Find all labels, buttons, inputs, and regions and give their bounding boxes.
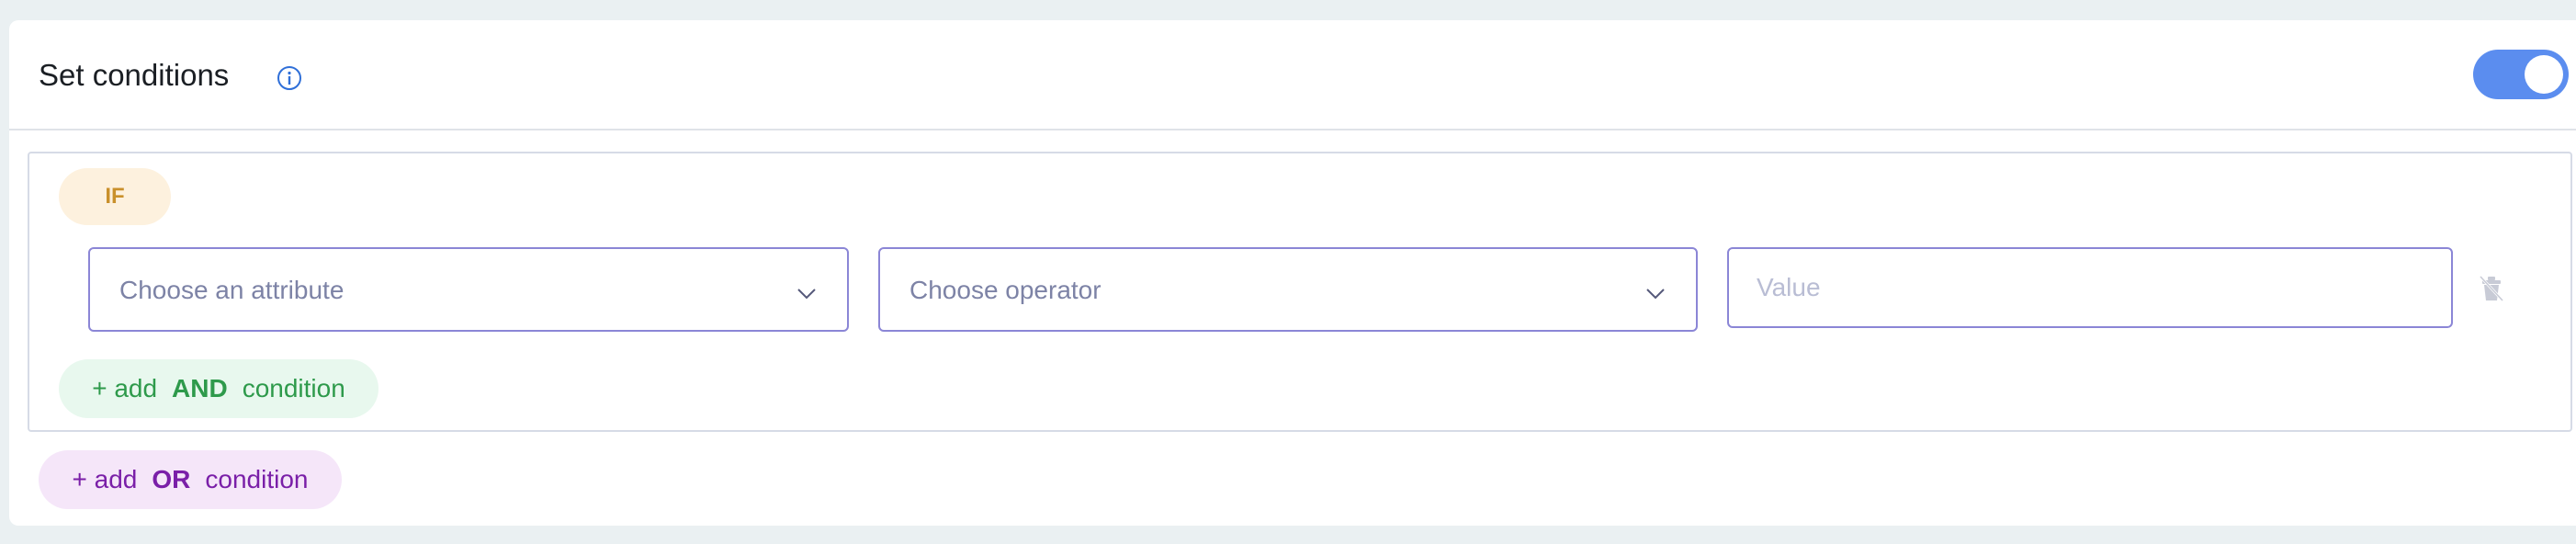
add-and-suffix: condition xyxy=(242,374,345,402)
add-or-suffix: condition xyxy=(205,465,309,493)
if-badge: IF xyxy=(59,168,171,225)
add-and-prefix: + add xyxy=(92,374,158,402)
toggle-knob xyxy=(2525,55,2563,94)
info-icon[interactable] xyxy=(276,64,303,92)
chevron-down-icon xyxy=(796,282,818,304)
operator-select[interactable]: Choose operator xyxy=(878,247,1698,332)
trash-icon[interactable] xyxy=(2473,269,2510,306)
and-keyword: AND xyxy=(172,374,228,402)
value-input[interactable] xyxy=(1727,247,2453,328)
conditions-toggle[interactable] xyxy=(2473,50,2569,99)
condition-group: IF Choose an attribute Choose operator V… xyxy=(28,152,2572,432)
add-and-condition-button[interactable]: + add AND condition xyxy=(59,359,378,418)
add-or-condition-button[interactable]: + add OR condition xyxy=(39,450,342,509)
attribute-select[interactable]: Choose an attribute xyxy=(88,247,849,332)
chevron-down-icon xyxy=(1644,282,1666,304)
add-or-prefix: + add xyxy=(72,465,138,493)
conditions-header: Set conditions xyxy=(9,20,2576,130)
page-title: Set conditions xyxy=(39,58,230,92)
operator-select-placeholder: Choose operator xyxy=(910,276,1102,304)
attribute-select-placeholder: Choose an attribute xyxy=(119,276,345,304)
or-keyword: OR xyxy=(152,465,191,493)
conditions-card: Set conditions IF Choose an attribute Ch… xyxy=(9,20,2576,526)
